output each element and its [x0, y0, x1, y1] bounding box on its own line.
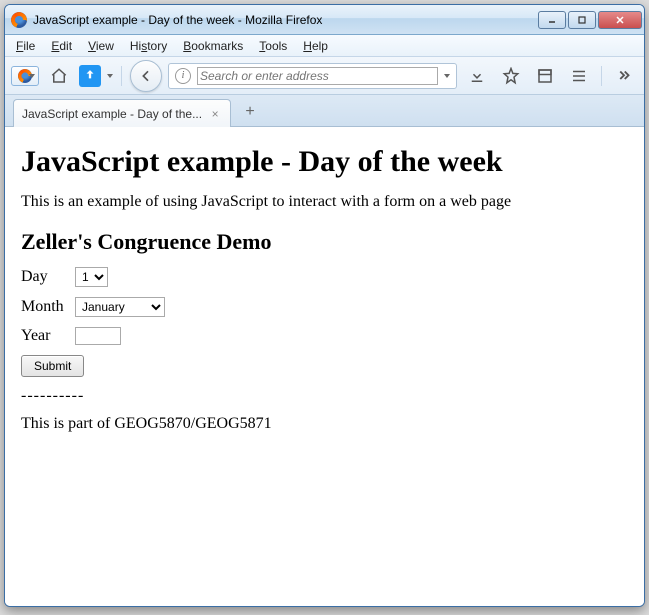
menu-view[interactable]: View: [81, 37, 121, 55]
tab-active[interactable]: JavaScript example - Day of the... ×: [13, 99, 231, 127]
back-button[interactable]: [130, 60, 162, 92]
bookmarks-button[interactable]: [497, 62, 525, 90]
info-icon[interactable]: i: [175, 68, 191, 84]
tabstrip: JavaScript example - Day of the... × +: [5, 95, 644, 127]
footer-text: This is part of GEOG5870/GEOG5871: [21, 415, 628, 433]
day-select[interactable]: 1: [75, 267, 108, 287]
maximize-button[interactable]: [568, 11, 596, 29]
overflow-button[interactable]: [610, 62, 638, 90]
menu-file[interactable]: File: [9, 37, 42, 55]
menu-button[interactable]: [565, 62, 593, 90]
new-tab-button[interactable]: +: [237, 100, 263, 124]
window-controls: [538, 11, 642, 29]
menu-bookmarks[interactable]: Bookmarks: [176, 37, 250, 55]
chevron-down-icon[interactable]: [444, 74, 450, 78]
browser-window: JavaScript example - Day of the week - M…: [4, 4, 645, 607]
chevron-down-icon: [29, 74, 35, 78]
form-row-year: Year: [21, 327, 628, 345]
month-select[interactable]: January: [75, 297, 165, 317]
menu-edit[interactable]: Edit: [44, 37, 79, 55]
profile-switcher[interactable]: [11, 66, 39, 86]
divider: [121, 66, 122, 86]
day-label: Day: [21, 268, 67, 286]
downloads-button[interactable]: [463, 62, 491, 90]
toolbar: i: [5, 57, 644, 95]
section-heading: Zeller's Congruence Demo: [21, 229, 628, 255]
share-button[interactable]: [79, 65, 101, 87]
form-row-submit: Submit: [21, 355, 628, 377]
minimize-button[interactable]: [538, 11, 566, 29]
form-row-day: Day 1: [21, 267, 628, 287]
close-button[interactable]: [598, 11, 642, 29]
chevron-down-icon[interactable]: [107, 74, 113, 78]
year-input[interactable]: [75, 327, 121, 345]
separator-dashes: ----------: [21, 387, 628, 405]
tab-label: JavaScript example - Day of the...: [22, 107, 202, 121]
form-row-month: Month January: [21, 297, 628, 317]
divider: [601, 66, 602, 86]
submit-button[interactable]: Submit: [21, 355, 84, 377]
month-label: Month: [21, 298, 67, 316]
tab-close-button[interactable]: ×: [208, 107, 222, 121]
address-input[interactable]: [197, 67, 438, 85]
address-bar[interactable]: i: [168, 63, 457, 89]
window-title: JavaScript example - Day of the week - M…: [33, 13, 538, 27]
page-content: JavaScript example - Day of the week Thi…: [5, 127, 644, 606]
home-button[interactable]: [45, 62, 73, 90]
titlebar: JavaScript example - Day of the week - M…: [5, 5, 644, 35]
library-button[interactable]: [531, 62, 559, 90]
menu-history[interactable]: History: [123, 37, 174, 55]
year-label: Year: [21, 327, 67, 345]
menu-tools[interactable]: Tools: [252, 37, 294, 55]
intro-text: This is an example of using JavaScript t…: [21, 193, 628, 211]
page-title: JavaScript example - Day of the week: [21, 145, 628, 179]
menubar: File Edit View History Bookmarks Tools H…: [5, 35, 644, 57]
firefox-icon: [11, 12, 27, 28]
menu-help[interactable]: Help: [296, 37, 335, 55]
